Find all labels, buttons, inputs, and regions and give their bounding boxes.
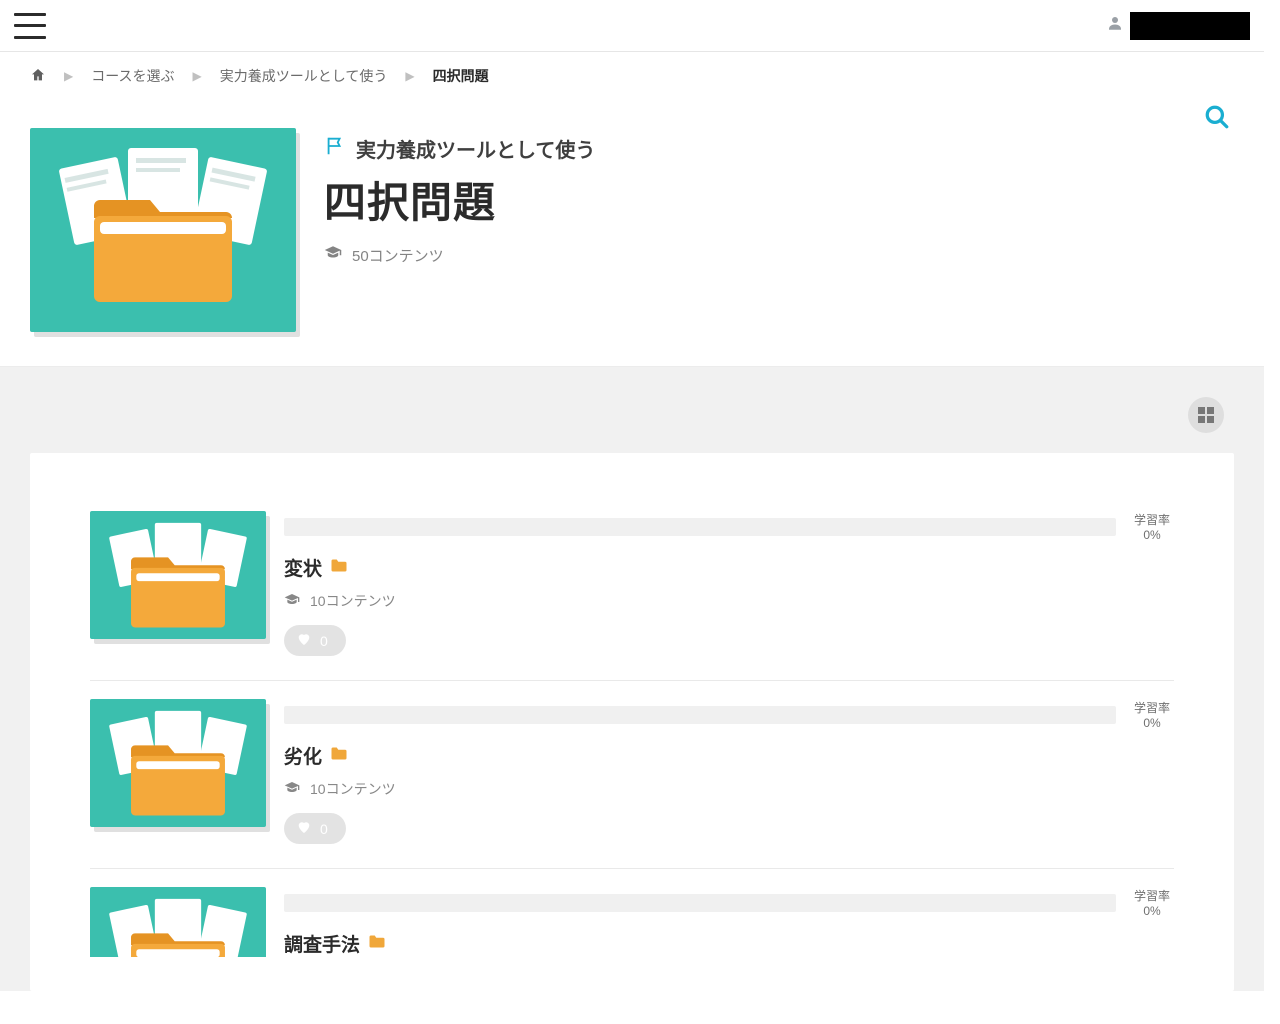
item-title: 変状 xyxy=(284,554,1174,581)
topbar xyxy=(0,0,1264,52)
item-thumbnail xyxy=(90,887,266,957)
item-thumbnail xyxy=(90,511,266,639)
folder-papers-icon xyxy=(90,887,266,957)
breadcrumb: ▶ コースを選ぶ ▶ 実力養成ツールとして使う ▶ 四択問題 xyxy=(0,52,1264,100)
item-title: 劣化 xyxy=(284,742,1174,769)
breadcrumb-current: 四択問題 xyxy=(433,66,489,86)
breadcrumb-item[interactable]: コースを選ぶ xyxy=(91,66,174,86)
course-thumbnail xyxy=(30,128,296,332)
folder-icon xyxy=(330,745,348,766)
folder-papers-icon xyxy=(30,128,296,332)
item-title: 調査手法 xyxy=(284,930,1174,957)
user-area[interactable] xyxy=(1106,12,1250,40)
course-meta: 実力養成ツールとして使う 四択問題 50コンテンツ xyxy=(324,128,595,266)
chevron-right-icon: ▶ xyxy=(405,69,414,83)
search-icon[interactable] xyxy=(1204,104,1230,135)
like-count: 0 xyxy=(320,821,328,837)
flag-icon xyxy=(324,135,346,163)
graduation-cap-icon xyxy=(324,244,342,266)
like-button[interactable]: 0 xyxy=(284,625,346,656)
parent-course-link[interactable]: 実力養成ツールとして使う xyxy=(324,134,595,163)
home-icon[interactable] xyxy=(30,67,46,86)
content-panel: 学習率 0% 変状 10コンテンツ xyxy=(30,453,1234,991)
like-button[interactable]: 0 xyxy=(284,813,346,844)
page-title: 四択問題 xyxy=(324,169,595,230)
progress-text: 学習率 0% xyxy=(1130,887,1174,918)
list-item[interactable]: 学習率 0% 調査手法 xyxy=(90,869,1174,991)
parent-course-label: 実力養成ツールとして使う xyxy=(356,134,595,163)
content-count-text: 50コンテンツ xyxy=(352,245,444,266)
graduation-cap-icon xyxy=(284,592,300,611)
folder-icon xyxy=(368,933,386,954)
search-region xyxy=(1204,104,1230,135)
user-name-box xyxy=(1130,12,1250,40)
progress-bar xyxy=(284,518,1116,536)
item-thumbnail xyxy=(90,699,266,827)
content-count: 50コンテンツ xyxy=(324,244,595,266)
progress-bar xyxy=(284,706,1116,724)
chevron-right-icon: ▶ xyxy=(193,69,202,83)
menu-toggle-button[interactable] xyxy=(14,13,46,39)
view-toggle-bar xyxy=(0,397,1264,453)
like-count: 0 xyxy=(320,633,328,649)
progress-text: 学習率 0% xyxy=(1130,511,1174,542)
progress-text: 学習率 0% xyxy=(1130,699,1174,730)
user-icon xyxy=(1106,14,1124,37)
course-header: 実力養成ツールとして使う 四択問題 50コンテンツ xyxy=(0,100,1264,367)
item-count: 10コンテンツ xyxy=(284,591,1174,611)
grid-view-button[interactable] xyxy=(1188,397,1224,433)
progress-bar xyxy=(284,894,1116,912)
heart-icon xyxy=(296,631,312,650)
heart-icon xyxy=(296,819,312,838)
breadcrumb-item[interactable]: 実力養成ツールとして使う xyxy=(220,66,388,86)
content-list-area: 学習率 0% 変状 10コンテンツ xyxy=(0,367,1264,991)
folder-papers-icon xyxy=(90,699,266,834)
list-item[interactable]: 学習率 0% 変状 10コンテンツ xyxy=(90,493,1174,681)
item-count: 10コンテンツ xyxy=(284,779,1174,799)
chevron-right-icon: ▶ xyxy=(64,69,73,83)
folder-papers-icon xyxy=(90,511,266,646)
grid-icon xyxy=(1198,407,1214,423)
graduation-cap-icon xyxy=(284,780,300,799)
list-item[interactable]: 学習率 0% 劣化 10コンテンツ xyxy=(90,681,1174,869)
folder-icon xyxy=(330,557,348,578)
